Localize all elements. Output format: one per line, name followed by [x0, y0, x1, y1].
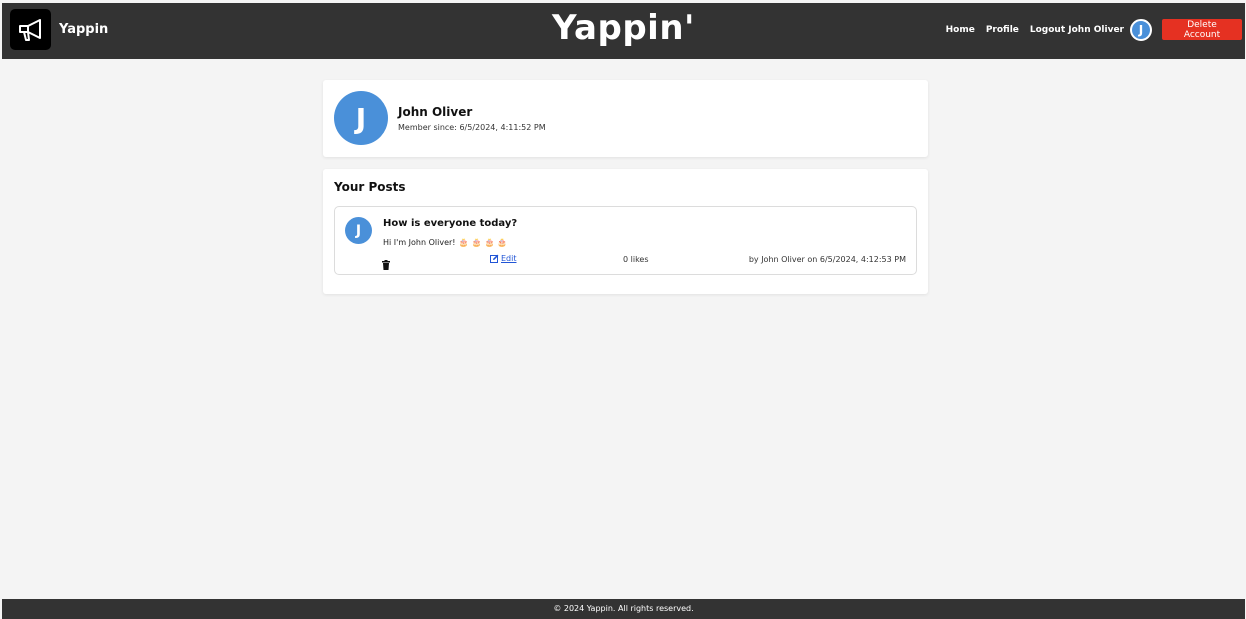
profile-avatar: J [334, 91, 388, 145]
cake-emoji: 🎂 [471, 238, 482, 247]
posts-heading: Your Posts [334, 180, 406, 194]
post-item: J How is everyone today? Hi I'm John Oli… [334, 206, 917, 275]
delete-account-button[interactable]: Delete Account [1162, 19, 1242, 40]
cake-emoji: 🎂 [458, 238, 469, 247]
top-header: Yappin Yappin' Home Profile Logout John … [2, 3, 1245, 59]
post-body: Hi I'm John Oliver! [383, 238, 456, 247]
likes-count: 0 likes [623, 255, 649, 264]
post-body-row: Hi I'm John Oliver! 🎂 🎂 🎂 🎂 [383, 238, 507, 247]
edit-label[interactable]: Edit [501, 254, 517, 263]
cake-emoji: 🎂 [484, 238, 495, 247]
member-since: Member since: 6/5/2024, 4:11:52 PM [398, 123, 546, 132]
user-avatar[interactable]: J [1130, 19, 1152, 41]
nav-profile-link[interactable]: Profile [986, 25, 1019, 35]
profile-name: John Oliver [398, 105, 473, 119]
post-title: How is everyone today? [383, 218, 518, 229]
trash-icon[interactable] [382, 255, 390, 274]
edit-icon [490, 254, 499, 263]
posts-section: Your Posts J How is everyone today? Hi I… [323, 169, 928, 294]
nav-home-link[interactable]: Home [946, 25, 975, 35]
post-avatar: J [345, 217, 372, 244]
post-byline: by John Oliver on 6/5/2024, 4:12:53 PM [748, 255, 906, 264]
profile-card: J John Oliver Member since: 6/5/2024, 4:… [323, 80, 928, 157]
nav-logout-link[interactable]: Logout John Oliver [1030, 25, 1124, 35]
edit-post-link[interactable]: Edit [490, 254, 517, 263]
footer: © 2024 Yappin. All rights reserved. [2, 599, 1245, 619]
cake-emoji: 🎂 [497, 238, 508, 247]
main-nav: Home Profile Logout John Oliver J [946, 18, 1152, 42]
